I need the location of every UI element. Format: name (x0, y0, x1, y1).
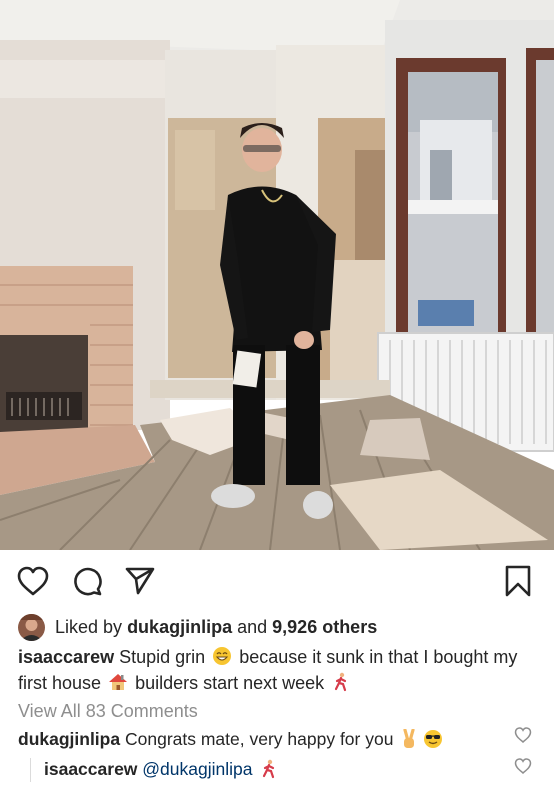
running-person-icon (331, 672, 351, 692)
comment-reply-item: isaaccarew @dukagjinlipa (44, 757, 281, 781)
comment-username[interactable]: dukagjinlipa (18, 727, 120, 751)
post-caption: isaaccarew Stupid grin because it sunk i… (18, 644, 538, 696)
comment-username[interactable]: isaaccarew (44, 757, 137, 781)
running-person-icon (259, 759, 279, 779)
victory-hand-icon (399, 728, 419, 749)
reply-thread-line (30, 758, 31, 782)
grinning-face-icon (212, 646, 232, 666)
view-all-comments-link[interactable]: View All 83 Comments (18, 699, 198, 723)
heart-outline-icon[interactable] (16, 564, 50, 598)
bookmark-icon[interactable] (501, 564, 535, 598)
liker-avatar[interactable] (18, 613, 45, 641)
likes-connector: and (237, 616, 268, 637)
sunglasses-face-icon (423, 729, 443, 749)
comment-like-heart-icon[interactable] (514, 726, 532, 744)
likes-count[interactable]: 9,926 others (272, 617, 377, 638)
house-icon (108, 672, 128, 692)
room-photo-illustration (0, 0, 554, 550)
comment-mention[interactable]: @dukagjinlipa (142, 757, 252, 781)
liker-username[interactable]: dukagjinlipa (127, 617, 232, 638)
comment-like-heart-icon[interactable] (514, 757, 532, 775)
comment-item: dukagjinlipa Congrats mate, very happy f… (18, 727, 445, 751)
comment-text: Congrats mate, very happy for you (124, 729, 394, 749)
caption-username[interactable]: isaaccarew (18, 647, 114, 667)
action-bar (0, 550, 554, 612)
speech-bubble-icon[interactable] (70, 564, 104, 598)
caption-text-3: builders start next week (135, 673, 325, 693)
likes-prefix: Liked by (55, 616, 123, 637)
caption-text-1: Stupid grin (119, 647, 206, 667)
post-photo[interactable] (0, 0, 554, 550)
paper-plane-icon[interactable] (123, 564, 157, 598)
likes-summary: Liked by dukagjinlipa and 9,926 others (18, 613, 377, 641)
